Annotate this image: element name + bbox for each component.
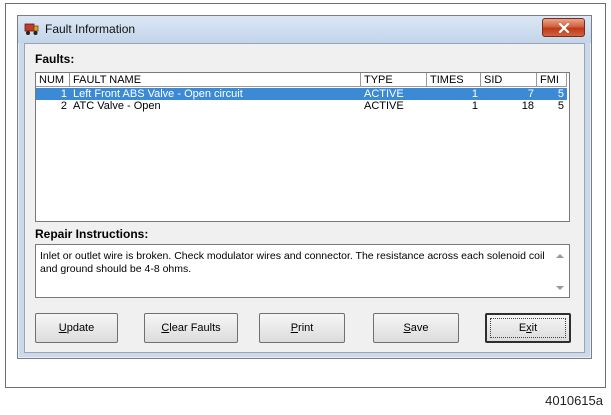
cell-times: 1 [471,100,478,112]
print-accel-key: P [290,322,299,334]
exit-button[interactable]: Ex it [485,313,571,343]
cell-fmi: 5 [537,88,567,100]
col-num-header[interactable]: NUM [36,73,70,87]
cell-sid: 7 [481,88,537,100]
cell-num: 1 [36,88,70,100]
truck-icon [24,23,39,35]
close-icon [558,22,569,33]
faults-table[interactable]: NUM FAULT NAME TYPE TIMES SID FMI 1 Left… [35,72,570,222]
window-title: Fault Information [45,22,136,36]
focus-rectangle [490,318,566,338]
close-button[interactable] [542,18,585,37]
clear-label-post: lear Faults [169,322,221,334]
save-accel-key: S [403,322,411,334]
table-header: NUM FAULT NAME TYPE TIMES SID FMI [36,73,569,88]
cell-num: 2 [60,100,67,112]
dialog-body: Faults: NUM FAULT NAME TYPE TIMES SID FM… [24,43,585,353]
cell-fault-name: Left Front ABS Valve - Open circuit [70,88,361,100]
print-label-post: rint [298,322,314,334]
repair-instructions-text: Inlet or outlet wire is broken. Check mo… [40,250,545,275]
cell-fault-name: ATC Valve - Open [73,100,161,112]
cell-fmi: 5 [557,100,564,112]
col-fmi-header[interactable]: FMI [537,73,567,87]
print-button[interactable]: Print [259,313,345,343]
col-sid-header[interactable]: SID [481,73,537,87]
cell-times: 1 [427,88,481,100]
table-row[interactable]: 1 Left Front ABS Valve - Open circuit AC… [36,88,569,100]
col-type-header[interactable]: TYPE [361,73,427,87]
cell-type: ACTIVE [361,88,427,100]
update-accel-key: U [58,322,67,334]
col-fault-name-header[interactable]: FAULT NAME [70,73,361,87]
clear-faults-button[interactable]: Clear Faults [144,313,238,343]
col-times-header[interactable]: TIMES [427,73,481,87]
cell-sid: 18 [521,100,534,112]
scroll-up-icon[interactable] [556,254,564,258]
repair-instructions-label: Repair Instructions: [35,227,149,241]
faults-label: Faults: [35,52,75,66]
repair-instructions-textbox[interactable]: Inlet or outlet wire is broken. Check mo… [35,244,570,298]
title-bar[interactable]: Fault Information [18,16,591,43]
cell-type: ACTIVE [364,100,404,112]
scroll-down-icon[interactable] [556,286,564,290]
update-label-post: pdate [66,322,95,334]
save-label-post: ave [410,322,429,334]
fault-information-window: Fault Information Faults: NUM FAULT NAME… [17,15,592,359]
table-row[interactable]: 2 ATC Valve - Open ACTIVE 1 18 5 [36,100,569,112]
figure-id: 4010615a [545,393,603,408]
save-button[interactable]: Save [373,313,459,343]
update-button[interactable]: Update [35,313,118,343]
clear-accel-key: C [161,322,170,334]
